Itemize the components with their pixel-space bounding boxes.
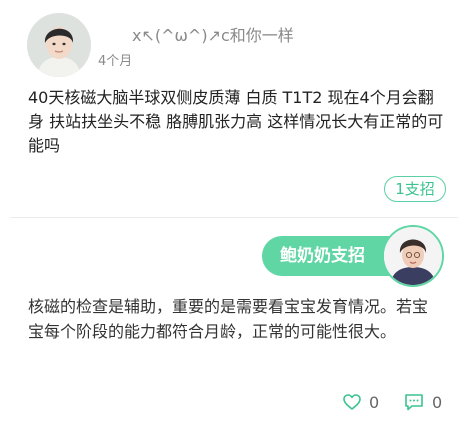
user-avatar[interactable] (27, 13, 91, 77)
question-text: 40天核磁大脑半球双侧皮质薄 白质 T1T2 现在4个月会翻身 扶站扶坐头不稳 … (28, 88, 444, 155)
support-button[interactable]: 1支招 (384, 176, 446, 202)
heart-outline-icon (343, 394, 361, 410)
post-time: 4个月 (98, 54, 133, 69)
expert-avatar-image (384, 227, 442, 285)
comment-count: 0 (432, 392, 443, 412)
answer-text: 核磁的检查是辅助，重要的是需要看宝宝发育情况。若宝宝每个阶段的能力都符合月龄，正… (28, 297, 429, 341)
like-button[interactable]: 0 (343, 391, 379, 413)
expert-avatar[interactable] (382, 225, 444, 287)
divider (10, 217, 458, 218)
speech-bubble-icon (405, 394, 423, 411)
like-count: 0 (369, 392, 380, 412)
username[interactable]: x↖(^ω^)↗c和你一样 (132, 22, 294, 46)
comment-button[interactable]: 0 (404, 391, 442, 413)
user-avatar-image (27, 13, 91, 77)
